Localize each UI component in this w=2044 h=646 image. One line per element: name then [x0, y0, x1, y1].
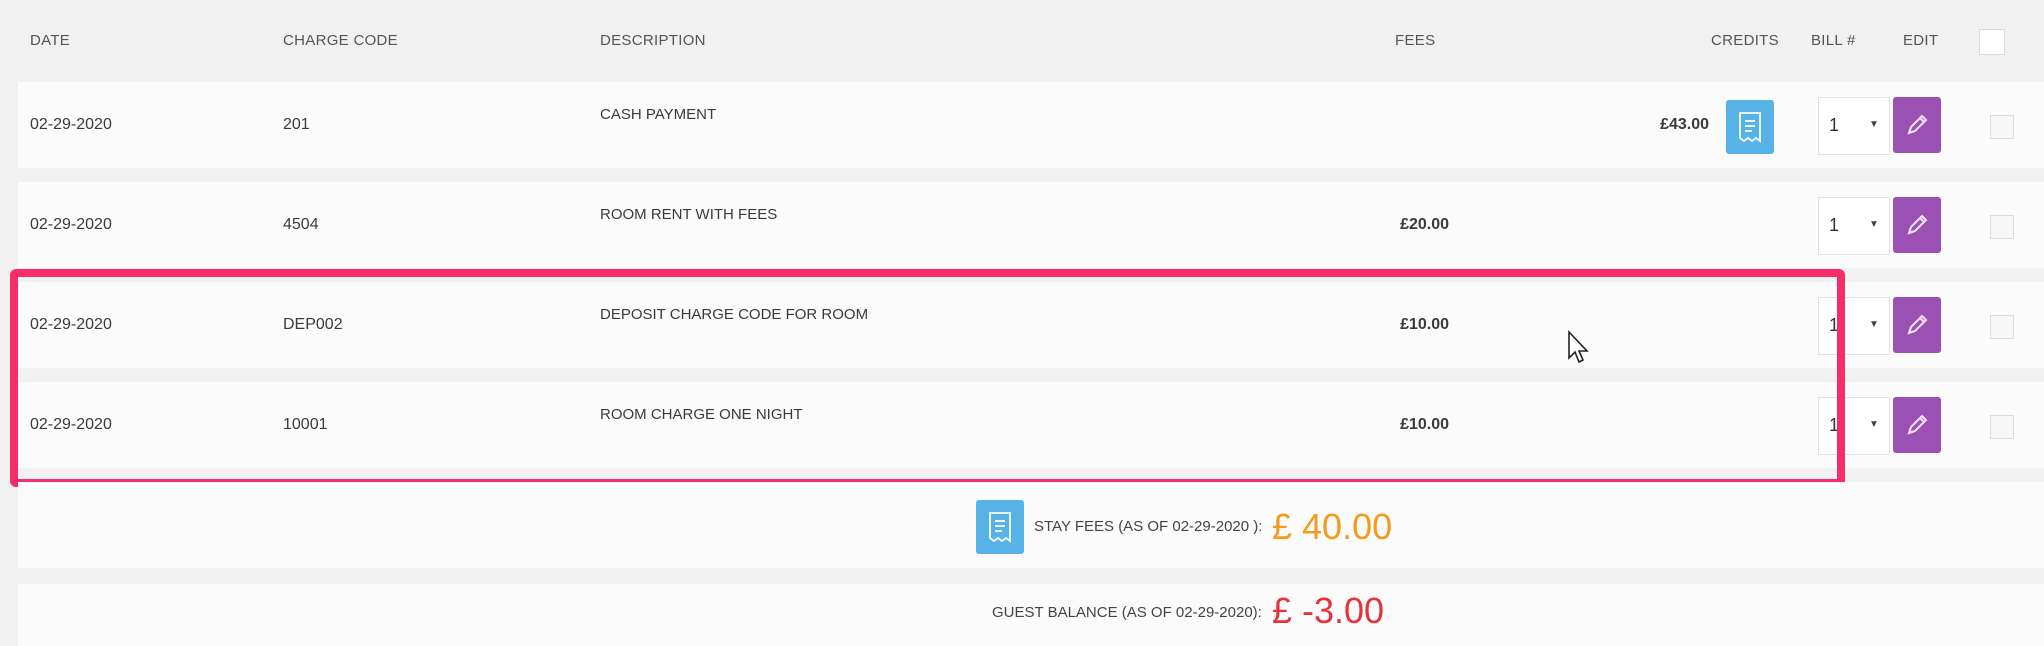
row-description: CASH PAYMENT	[600, 106, 717, 123]
receipt-icon	[1739, 112, 1761, 143]
chevron-down-icon: ▼	[1869, 119, 1879, 130]
chevron-down-icon: ▼	[1869, 419, 1879, 430]
edit-button[interactable]	[1893, 397, 1941, 453]
pencil-icon	[1907, 414, 1928, 435]
table-row: 02-29-2020 4504 ROOM RENT WITH FEES £20.…	[18, 182, 2044, 268]
edit-button[interactable]	[1893, 197, 1941, 253]
guest-balance-summary: GUEST BALANCE (AS OF 02-29-2020): £ -3.0…	[18, 584, 2044, 646]
stay-fees-summary: STAY FEES (AS OF 02-29-2020 ): £ 40.00	[18, 482, 2044, 568]
row-checkbox[interactable]	[1990, 215, 2014, 239]
pencil-icon	[1907, 214, 1928, 235]
bill-number-value: 1	[1829, 215, 1840, 235]
header-edit: EDIT	[1903, 32, 1939, 49]
stay-fees-value: £ 40.00	[1272, 506, 1393, 547]
stay-fees-receipt-button[interactable]	[976, 500, 1024, 554]
highlight-box	[10, 269, 1845, 487]
row-charge-code: 201	[283, 116, 310, 133]
row-fee: £20.00	[1400, 216, 1449, 233]
mouse-cursor-icon	[1568, 330, 1589, 364]
receipt-icon	[989, 512, 1011, 543]
chevron-down-icon: ▼	[1869, 219, 1879, 230]
pencil-icon	[1907, 314, 1928, 335]
header-credits: CREDITS	[1711, 32, 1779, 49]
row-checkbox[interactable]	[1990, 115, 2014, 139]
edit-button[interactable]	[1893, 297, 1941, 353]
row-checkbox[interactable]	[1990, 315, 2014, 339]
header-fees: FEES	[1395, 32, 1436, 49]
guest-balance-value: £ -3.00	[1272, 590, 1385, 631]
bill-number-select[interactable]: 1 ▼	[1818, 197, 1890, 255]
header-bill-number: BILL #	[1811, 32, 1856, 49]
header-date: DATE	[30, 32, 71, 49]
row-description: ROOM RENT WITH FEES	[600, 206, 778, 223]
header-description: DESCRIPTION	[600, 32, 706, 49]
bill-number-select[interactable]: 1 ▼	[1818, 97, 1890, 155]
row-charge-code: 4504	[283, 216, 319, 233]
edit-button[interactable]	[1893, 97, 1941, 153]
guest-balance-label: GUEST BALANCE (AS OF 02-29-2020):	[992, 604, 1262, 621]
select-all-checkbox[interactable]	[1979, 29, 2005, 55]
row-credit: £43.00	[1660, 116, 1709, 133]
pencil-icon	[1907, 114, 1928, 135]
chevron-down-icon: ▼	[1869, 319, 1879, 330]
stay-fees-label: STAY FEES (AS OF 02-29-2020 ):	[1034, 518, 1263, 535]
receipt-button[interactable]	[1726, 100, 1774, 154]
bill-number-value: 1	[1829, 115, 1840, 135]
row-date: 02-29-2020	[30, 216, 112, 233]
table-row: 02-29-2020 201 CASH PAYMENT £43.00 1 ▼	[18, 82, 2044, 168]
row-date: 02-29-2020	[30, 116, 112, 133]
table-header: DATE CHARGE CODE DESCRIPTION FEES CREDIT…	[0, 0, 2044, 82]
header-charge-code: CHARGE CODE	[283, 32, 398, 49]
row-checkbox[interactable]	[1990, 415, 2014, 439]
